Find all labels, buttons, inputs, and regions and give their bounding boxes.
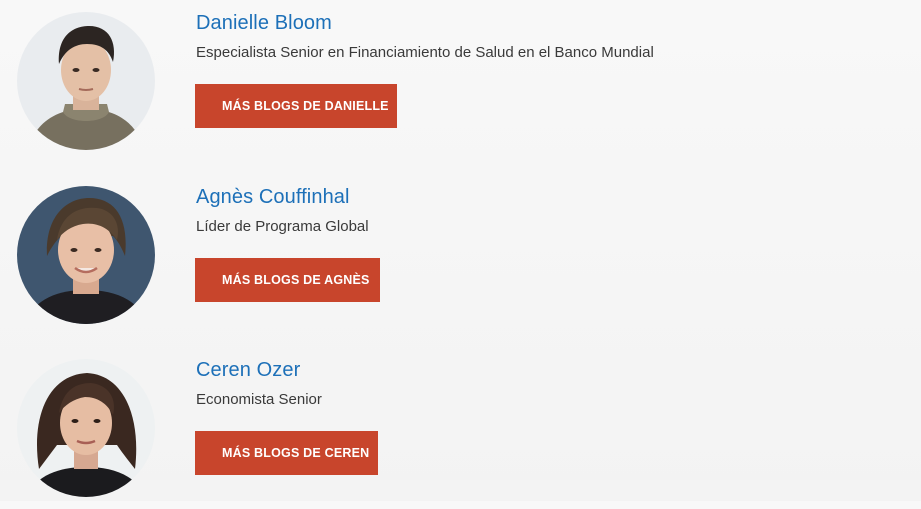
author-name-link[interactable]: Ceren Ozer (196, 359, 300, 382)
more-blogs-button[interactable]: MÁS BLOGS DE AGNÈS (195, 258, 380, 302)
avatar[interactable] (17, 12, 155, 150)
avatar-photo (17, 12, 155, 150)
avatar-photo (17, 359, 155, 497)
avatar[interactable] (17, 186, 155, 324)
author-card: Agnès Couffinhal Líder de Programa Globa… (0, 186, 921, 336)
author-name-link[interactable]: Danielle Bloom (196, 12, 332, 35)
author-card: Ceren Ozer Economista Senior MÁS BLOGS D… (0, 359, 921, 509)
author-name-link[interactable]: Agnès Couffinhal (196, 186, 350, 209)
more-blogs-button[interactable]: MÁS BLOGS DE DANIELLE (195, 84, 397, 128)
more-blogs-button[interactable]: MÁS BLOGS DE CEREN (195, 431, 378, 475)
author-role: Economista Senior (196, 391, 322, 408)
author-card: Danielle Bloom Especialista Senior en Fi… (0, 12, 921, 162)
avatar[interactable] (17, 359, 155, 497)
author-role: Líder de Programa Global (196, 218, 369, 235)
avatar-photo (17, 186, 155, 324)
author-role: Especialista Senior en Financiamiento de… (196, 44, 654, 61)
